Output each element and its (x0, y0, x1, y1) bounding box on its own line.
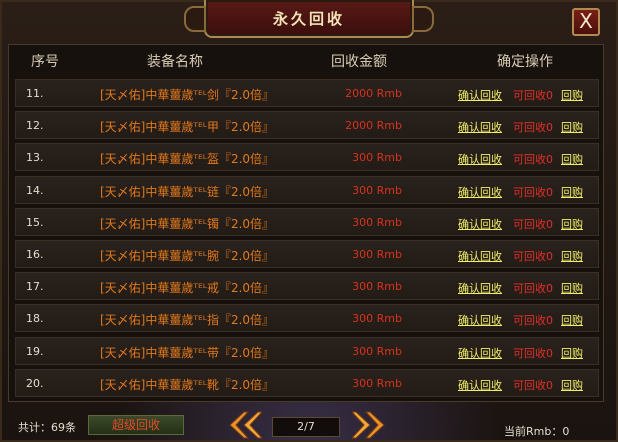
row-index: 16. (26, 248, 44, 261)
title-plate: 永久回收 (184, 0, 434, 38)
title-ornament-right (412, 6, 434, 32)
table-row: 13. [天〆佑]中華薑歲ᵀᴱᴸ盔『2.0倍』 300 Rmb 确认回收 可回收0 回购 (15, 143, 599, 172)
table-row: 20. [天〆佑]中華薑歲ᵀᴱᴸ靴『2.0倍』 300 Rmb 确认回收 可回收0 回购 (15, 368, 599, 397)
confirm-recycle-link[interactable]: 确认回收 (458, 216, 502, 232)
recyclable-count: 可回收0 (513, 378, 553, 392)
header-index: 序号 (31, 54, 59, 70)
table-row: 16. [天〆佑]中華薑歲ᵀᴱᴸ腕『2.0倍』 300 Rmb 确认回收 可回收0 回购 (15, 240, 599, 268)
recyclable-count: 可回收0 (513, 153, 553, 167)
item-name: [天〆佑]中華薑歲ᵀᴱᴸ盔『2.0倍』 (100, 152, 275, 167)
title-ornament-left (184, 6, 206, 32)
recycle-amount: 300 Rmb (352, 312, 402, 326)
buyback-link[interactable]: 回购 (561, 216, 583, 232)
recyclable-count: 可回收0 (513, 217, 553, 231)
row-index: 15. (26, 215, 44, 229)
recycle-amount: 300 Rmb (352, 248, 402, 261)
confirm-recycle-link[interactable]: 确认回收 (458, 87, 502, 103)
recycle-amount: 2000 Rmb (345, 87, 402, 100)
rmb-balance: 当前Rmb：0 (504, 425, 570, 438)
window-title: 永久回收 (272, 9, 345, 28)
recycle-table: 序号 装备名称 回收金额 确定操作 11. [天〆佑]中華薑歲ᵀᴱᴸ剑『2.0倍』… (8, 44, 604, 402)
row-index: 20. (26, 376, 44, 390)
recyclable-count: 可回收0 (513, 282, 553, 296)
recycle-amount: 300 Rmb (352, 215, 402, 229)
item-name: [天〆佑]中華薑歲ᵀᴱᴸ靴『2.0倍』 (100, 377, 275, 392)
table-row: 18. [天〆佑]中華薑歲ᵀᴱᴸ指『2.0倍』 300 Rmb 确认回收 可回收0 回购 (15, 304, 599, 333)
recycle-amount: 300 Rmb (352, 183, 402, 197)
header-item-name: 装备名称 (147, 54, 203, 70)
confirm-recycle-link[interactable]: 确认回收 (458, 248, 502, 264)
recycle-amount: 300 Rmb (352, 280, 402, 294)
table-row: 17. [天〆佑]中華薑歲ᵀᴱᴸ戒『2.0倍』 300 Rmb 确认回收 可回收0 回购 (15, 272, 599, 301)
buyback-link[interactable]: 回购 (561, 248, 583, 264)
recycle-amount: 300 Rmb (352, 344, 402, 358)
recyclable-count: 可回收0 (513, 314, 553, 328)
item-name: [天〆佑]中華薑歲ᵀᴱᴸ甲『2.0倍』 (100, 120, 275, 135)
item-name: [天〆佑]中華薑歲ᵀᴱᴸ腕『2.0倍』 (100, 249, 275, 263)
row-index: 12. (26, 119, 44, 133)
table-row: 12. [天〆佑]中華薑歲ᵀᴱᴸ甲『2.0倍』 2000 Rmb 确认回收 可回收0 回购 (15, 111, 599, 140)
header-amount: 回收金额 (331, 54, 387, 70)
total-count: 共计：69条 (18, 421, 76, 434)
table-row: 14. [天〆佑]中華薑歲ᵀᴱᴸ链『2.0倍』 300 Rmb 确认回收 可回收0 回购 (15, 175, 599, 204)
table-row: 19. [天〆佑]中華薑歲ᵀᴱᴸ带『2.0倍』 300 Rmb 确认回收 可回收0 回购 (15, 336, 599, 365)
confirm-recycle-link[interactable]: 确认回收 (458, 345, 502, 361)
confirm-recycle-link[interactable]: 确认回收 (458, 280, 502, 296)
buyback-link[interactable]: 回购 (561, 280, 583, 296)
header-action: 确定操作 (497, 54, 553, 70)
item-name: [天〆佑]中華薑歲ᵀᴱᴸ镯『2.0倍』 (100, 216, 275, 231)
item-name: [天〆佑]中華薑歲ᵀᴱᴸ戒『2.0倍』 (100, 281, 275, 296)
page-indicator: 2/7 (272, 417, 340, 437)
item-name: [天〆佑]中華薑歲ᵀᴱᴸ带『2.0倍』 (100, 345, 275, 360)
row-index: 19. (26, 344, 44, 358)
table-row: 11. [天〆佑]中華薑歲ᵀᴱᴸ剑『2.0倍』 2000 Rmb 确认回收 可回收0 回购 (15, 79, 599, 107)
recyclable-count: 可回收0 (513, 250, 553, 263)
chevron-double-left-icon[interactable] (228, 410, 262, 440)
buyback-link[interactable]: 回购 (561, 87, 583, 103)
table-row: 15. [天〆佑]中華薑歲ᵀᴱᴸ镯『2.0倍』 300 Rmb 确认回收 可回收0 回购 (15, 207, 599, 236)
confirm-recycle-link[interactable]: 确认回收 (458, 377, 502, 393)
buyback-link[interactable]: 回购 (561, 151, 583, 167)
table-header: 序号 装备名称 回收金额 确定操作 (9, 45, 603, 75)
row-index: 11. (26, 87, 44, 100)
confirm-recycle-link[interactable]: 确认回收 (458, 184, 502, 200)
recyclable-count: 可回收0 (513, 185, 553, 199)
row-index: 13. (26, 151, 44, 165)
buyback-link[interactable]: 回购 (561, 312, 583, 328)
row-index: 14. (26, 183, 44, 197)
item-name: [天〆佑]中華薑歲ᵀᴱᴸ指『2.0倍』 (100, 313, 275, 328)
buyback-link[interactable]: 回购 (561, 377, 583, 393)
confirm-recycle-link[interactable]: 确认回收 (458, 312, 502, 328)
recycle-amount: 2000 Rmb (345, 119, 402, 133)
item-name: [天〆佑]中華薑歲ᵀᴱᴸ剑『2.0倍』 (100, 88, 275, 102)
close-icon: X (579, 9, 593, 33)
row-index: 17. (26, 280, 44, 294)
confirm-recycle-link[interactable]: 确认回收 (458, 119, 502, 135)
row-index: 18. (26, 312, 44, 326)
recycle-amount: 300 Rmb (352, 151, 402, 165)
confirm-recycle-link[interactable]: 确认回收 (458, 151, 502, 167)
buyback-link[interactable]: 回购 (561, 119, 583, 135)
recyclable-count: 可回收0 (513, 121, 553, 135)
close-button[interactable]: X (572, 8, 600, 36)
item-name: [天〆佑]中華薑歲ᵀᴱᴸ链『2.0倍』 (100, 184, 275, 199)
recycle-amount: 300 Rmb (352, 376, 402, 390)
super-recycle-button[interactable]: 超级回收 (88, 415, 184, 435)
footer-bar: 共计：69条 超级回收 2/7 当前Rmb：0 (0, 404, 618, 442)
recyclable-count: 可回收0 (513, 346, 553, 360)
chevron-double-right-icon[interactable] (352, 410, 386, 440)
recyclable-count: 可回收0 (513, 89, 553, 102)
buyback-link[interactable]: 回购 (561, 184, 583, 200)
buyback-link[interactable]: 回购 (561, 345, 583, 361)
